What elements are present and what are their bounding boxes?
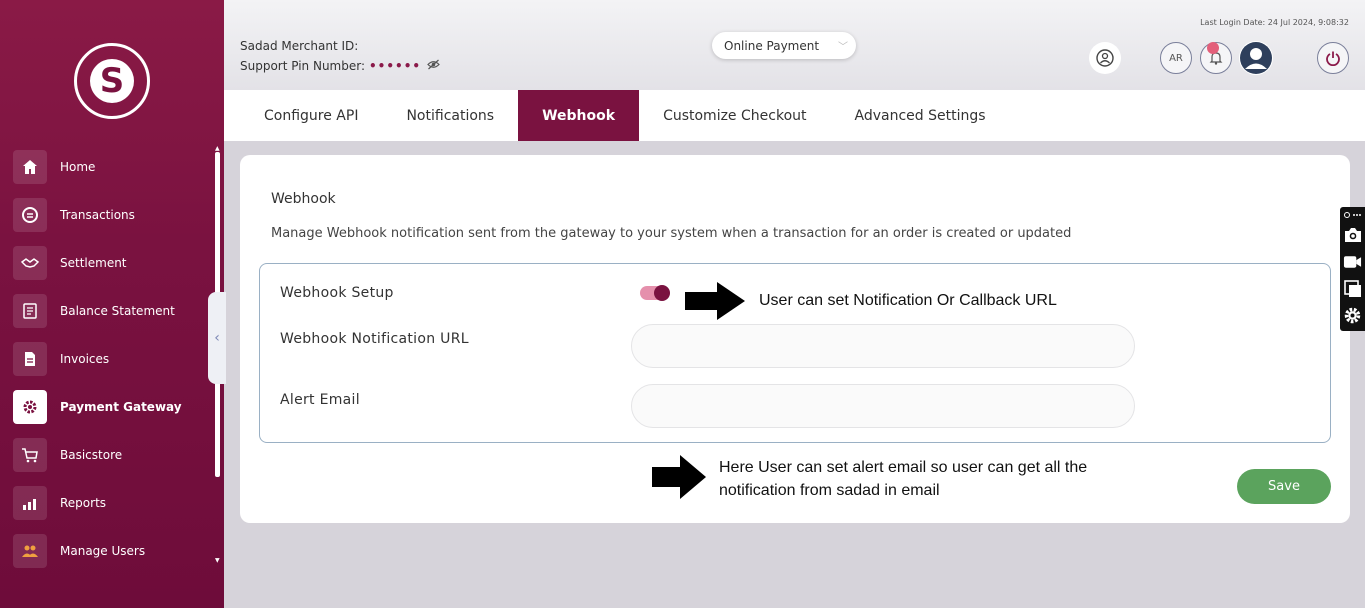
notification-badge [1207, 42, 1219, 54]
sidebar-item-invoices[interactable]: Invoices [13, 342, 213, 376]
sidebar-item-home[interactable]: Home [13, 150, 213, 184]
logout-button[interactable] [1317, 42, 1349, 74]
sidebar-item-label: Transactions [60, 208, 135, 222]
sidebar-collapse-button[interactable]: ‹ [208, 292, 226, 384]
settings-gear-icon[interactable] [1343, 306, 1362, 325]
webhook-setup-toggle[interactable] [640, 285, 670, 301]
payment-mode-value: Online Payment [724, 38, 820, 53]
pin-label: Support Pin Number: [240, 59, 366, 73]
sidebar-item-label: Balance Statement [60, 304, 175, 318]
last-login-date: Last Login Date: 24 Jul 2024, 9:08:32 [1200, 18, 1349, 27]
sidebar-item-payment-gateway[interactable]: Payment Gateway [13, 390, 213, 424]
pin-masked-value: •••••• [369, 59, 422, 73]
support-pin: Support Pin Number: •••••• [240, 59, 440, 73]
notification-url-label: Webhook Notification URL [280, 331, 469, 347]
sidebar-item-transactions[interactable]: Transactions [13, 198, 213, 232]
email-annotation-line2: notification from sadad in email [719, 482, 940, 499]
sidebar-item-label: Settlement [60, 256, 127, 270]
invoice-icon [13, 342, 47, 376]
payment-mode-select[interactable]: Online Payment ﹀ [712, 32, 856, 59]
avatar[interactable] [1239, 41, 1273, 75]
toggle-knob [654, 285, 670, 301]
avatar-icon [1240, 42, 1272, 74]
tab-configure-api[interactable]: Configure API [224, 90, 382, 141]
tab-advanced-settings[interactable]: Advanced Settings [831, 90, 1010, 141]
notification-url-input[interactable] [631, 324, 1135, 368]
link-more-icon[interactable] [1343, 209, 1362, 221]
sidebar-item-label: Payment Gateway [60, 400, 182, 414]
email-annotation-line1: Here User can set alert email so user ca… [719, 459, 1088, 476]
video-camera-icon[interactable] [1343, 252, 1362, 271]
window-capture-icon[interactable] [1343, 279, 1362, 298]
cart-icon [13, 438, 47, 472]
alert-email-label: Alert Email [280, 392, 360, 408]
eye-off-icon[interactable] [427, 59, 440, 73]
users-icon [13, 534, 47, 568]
top-header: Sadad Merchant ID: Support Pin Number: •… [224, 0, 1365, 90]
webhook-setup-label: Webhook Setup [280, 285, 394, 301]
camera-icon[interactable] [1343, 225, 1362, 244]
tab-webhook[interactable]: Webhook [518, 90, 640, 141]
sidebar-item-label: Reports [60, 496, 107, 510]
arrow-right-icon [652, 455, 706, 499]
sidebar-item-label: Invoices [60, 352, 110, 366]
user-switch-icon [1096, 49, 1114, 67]
sidebar-item-label: Home [60, 160, 96, 174]
home-icon [13, 150, 47, 184]
chart-icon [13, 486, 47, 520]
callback-annotation: User can set Notification Or Callback UR… [759, 292, 1057, 309]
save-button[interactable]: Save [1237, 469, 1331, 504]
logo-s-icon: S [90, 59, 134, 103]
tab-customize-checkout[interactable]: Customize Checkout [639, 90, 830, 141]
user-switch-button[interactable] [1089, 42, 1121, 74]
sidebar-item-manage-users[interactable]: Manage Users [13, 534, 213, 568]
floating-capture-toolbar [1340, 207, 1365, 331]
sidebar-item-settlement[interactable]: Settlement [13, 246, 213, 280]
sidebar-item-balance-statement[interactable]: Balance Statement [13, 294, 213, 328]
settings-tabs: Configure API Notifications Webhook Cust… [224, 90, 1365, 141]
statement-icon [13, 294, 47, 328]
sidebar-item-basicstore[interactable]: Basicstore [13, 438, 213, 472]
tab-notifications[interactable]: Notifications [382, 90, 518, 141]
scroll-up-icon[interactable]: ▲ [215, 145, 221, 152]
transactions-icon [13, 198, 47, 232]
arrow-right-icon [685, 282, 745, 320]
alert-email-input[interactable] [631, 384, 1135, 428]
gear-icon [13, 390, 47, 424]
webhook-settings-box: Webhook Setup Webhook Notification URL A… [259, 263, 1331, 443]
merchant-id-label: Sadad Merchant ID: [240, 39, 359, 53]
language-label: AR [1169, 52, 1183, 64]
power-icon [1326, 51, 1340, 66]
sidebar-item-label: Manage Users [60, 544, 146, 558]
handshake-icon [13, 246, 47, 280]
webhook-description: Manage Webhook notification sent from th… [271, 226, 1072, 241]
sadad-logo[interactable]: S [74, 43, 150, 119]
sidebar-item-label: Basicstore [60, 448, 123, 462]
scroll-down-icon[interactable]: ▼ [215, 557, 221, 564]
webhook-title: Webhook [271, 191, 336, 207]
chevron-down-icon: ﹀ [838, 42, 848, 53]
sidebar: S Home Transactions Settlement Balance S… [0, 0, 224, 608]
chevron-left-icon: ‹ [214, 330, 220, 346]
language-button[interactable]: AR [1160, 42, 1192, 74]
sidebar-item-reports[interactable]: Reports [13, 486, 213, 520]
